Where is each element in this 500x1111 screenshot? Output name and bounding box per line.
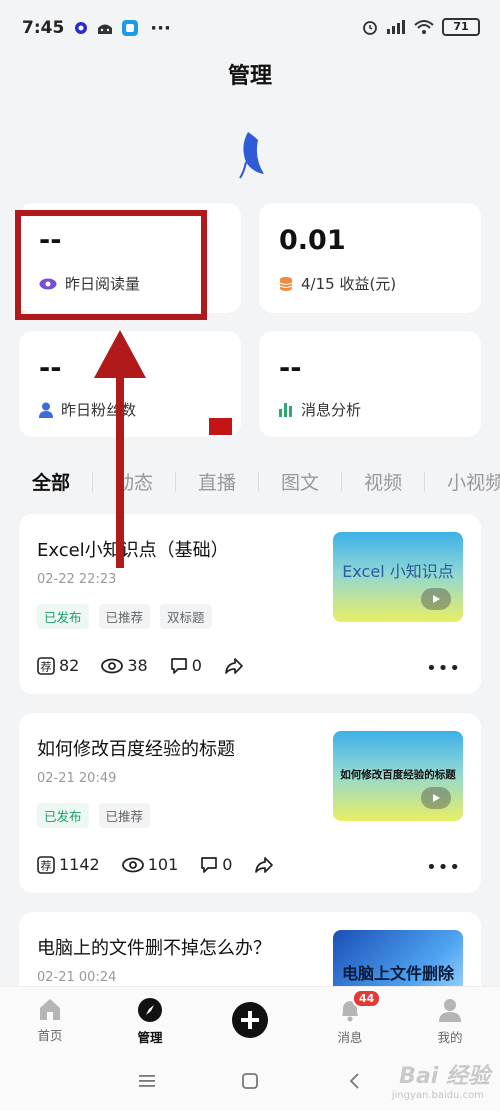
eye-outline-icon bbox=[101, 658, 124, 673]
nav-home[interactable]: 首页 bbox=[0, 987, 100, 1052]
article-date: 02-21 00:24 bbox=[37, 970, 117, 985]
status-tag: 已发布 bbox=[37, 604, 89, 629]
eye-outline-icon bbox=[121, 857, 144, 872]
stat-value: -- bbox=[39, 353, 62, 384]
bottom-navigation: 首页 管理 44 消息 我的 bbox=[0, 986, 500, 1052]
play-icon bbox=[421, 588, 451, 610]
arrow-annotation-shaft bbox=[116, 372, 124, 568]
nav-messages[interactable]: 44 消息 bbox=[300, 987, 400, 1052]
share-icon[interactable] bbox=[224, 657, 244, 675]
recommend-icon: 荐 bbox=[37, 855, 55, 874]
article-date: 02-21 20:49 bbox=[37, 771, 117, 786]
nav-manage[interactable]: 管理 bbox=[100, 987, 200, 1052]
stat-value: 0.01 bbox=[279, 225, 346, 256]
tab-divider bbox=[341, 471, 343, 492]
menu-icon[interactable] bbox=[138, 1072, 156, 1090]
play-icon bbox=[421, 787, 451, 809]
article-card[interactable]: 如何修改百度经验的标题 02-21 20:49 已发布 已推荐 如何修改百度经验… bbox=[19, 713, 481, 893]
alarm-icon bbox=[363, 21, 377, 35]
tab-dynamic[interactable]: 动态 bbox=[115, 468, 175, 495]
stat-value: -- bbox=[279, 353, 302, 384]
tab-articles[interactable]: 图文 bbox=[281, 468, 341, 495]
red-marker bbox=[209, 418, 232, 435]
article-title: 电脑上的文件删不掉怎么办？ bbox=[37, 938, 271, 959]
status-time: 7:45 bbox=[22, 18, 65, 38]
view-count: 38 bbox=[101, 656, 148, 675]
user-icon bbox=[439, 999, 461, 1022]
message-badge: 44 bbox=[352, 989, 382, 1008]
signal-icon bbox=[387, 20, 405, 34]
status-bar: 7:45 ··· 71 bbox=[0, 0, 500, 56]
article-card[interactable]: Excel小知识点（基础） 02-22 22:23 已发布 已推荐 双标题 Ex… bbox=[19, 514, 481, 694]
home-icon bbox=[40, 999, 60, 1020]
recommend-icon: 荐 bbox=[37, 656, 55, 675]
tab-video[interactable]: 视频 bbox=[364, 468, 424, 495]
comment-count[interactable]: 0 bbox=[200, 855, 232, 874]
watermark-url: jingyan.baidu.com bbox=[391, 1090, 484, 1101]
stat-label: 4/15 收益(元) bbox=[301, 275, 397, 293]
article-thumbnail: 如何修改百度经验的标题 bbox=[333, 731, 463, 821]
article-date: 02-22 22:23 bbox=[37, 572, 117, 587]
svg-text:荐: 荐 bbox=[41, 859, 52, 872]
recommend-count: 荐 1142 bbox=[37, 855, 100, 874]
more-options-icon[interactable]: ••• bbox=[426, 857, 461, 878]
nav-create[interactable] bbox=[200, 987, 300, 1052]
android-icon bbox=[98, 24, 113, 34]
plus-icon bbox=[232, 1002, 268, 1038]
more-options-icon[interactable]: ••• bbox=[426, 658, 461, 679]
stat-label: 昨日粉丝数 bbox=[61, 401, 137, 419]
person-icon bbox=[39, 402, 53, 418]
bar-chart-icon bbox=[279, 402, 292, 417]
stat-card-message-analysis[interactable]: -- 消息分析 bbox=[259, 331, 481, 437]
comment-count[interactable]: 0 bbox=[170, 656, 202, 675]
highlight-annotation bbox=[15, 210, 207, 320]
app-notification-icon bbox=[75, 22, 88, 34]
compass-icon bbox=[138, 998, 162, 1022]
tab-divider bbox=[258, 471, 260, 492]
more-notifications-icon: ··· bbox=[150, 17, 171, 39]
app-square-icon bbox=[122, 20, 139, 36]
recommend-count: 荐 82 bbox=[37, 656, 79, 675]
nav-mine[interactable]: 我的 bbox=[400, 987, 500, 1052]
article-title: 如何修改百度经验的标题 bbox=[37, 739, 235, 760]
page-title: 管理 bbox=[227, 64, 272, 89]
thumbnail-text: 电脑上文件删除 bbox=[341, 964, 454, 983]
status-tag: 双标题 bbox=[160, 604, 212, 629]
tab-divider bbox=[424, 471, 426, 492]
tab-short-video[interactable]: 小视频 bbox=[447, 468, 500, 495]
comment-icon bbox=[201, 856, 218, 873]
battery-indicator: 71 bbox=[442, 18, 480, 36]
back-icon[interactable] bbox=[346, 1072, 364, 1090]
tab-live[interactable]: 直播 bbox=[198, 468, 258, 495]
svg-text:荐: 荐 bbox=[41, 660, 52, 673]
tab-divider bbox=[175, 471, 177, 492]
watermark: Bai 经验 bbox=[399, 1064, 490, 1089]
comment-icon bbox=[170, 657, 187, 674]
view-count: 101 bbox=[121, 855, 178, 874]
coins-icon bbox=[279, 276, 293, 291]
status-tag: 已推荐 bbox=[98, 803, 151, 828]
share-icon[interactable] bbox=[254, 856, 274, 874]
thumbnail-text: 如何修改百度经验的标题 bbox=[340, 769, 456, 781]
arrow-annotation-head bbox=[94, 330, 146, 378]
status-tag: 已推荐 bbox=[98, 604, 151, 629]
article-title: Excel小知识点（基础） bbox=[37, 540, 229, 561]
tab-all[interactable]: 全部 bbox=[32, 468, 92, 495]
article-thumbnail: Excel 小知识点 bbox=[333, 532, 463, 622]
content-tabs: 全部 动态 直播 图文 视频 小视频 bbox=[32, 468, 500, 495]
wifi-icon bbox=[414, 20, 434, 34]
home-square-icon[interactable] bbox=[241, 1072, 259, 1090]
tab-divider bbox=[92, 471, 94, 492]
status-tag: 已发布 bbox=[37, 803, 89, 828]
thumbnail-text: Excel 小知识点 bbox=[342, 562, 454, 581]
stat-label: 消息分析 bbox=[301, 401, 362, 419]
stat-card-earnings[interactable]: 0.01 4/15 收益(元) bbox=[259, 203, 481, 313]
feather-logo-icon bbox=[239, 132, 264, 179]
